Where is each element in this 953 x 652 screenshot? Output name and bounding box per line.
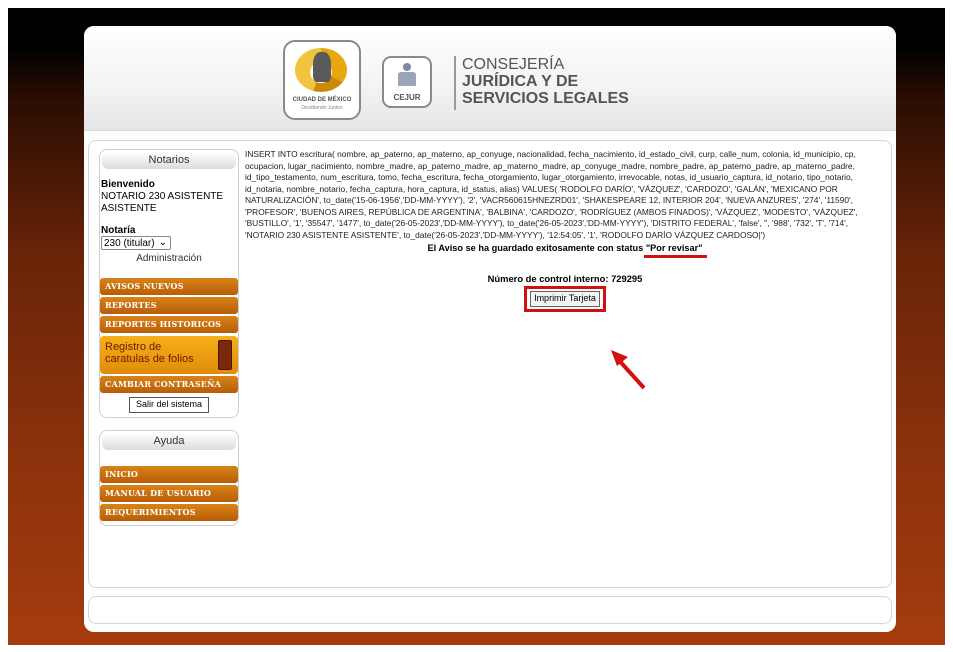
header-divider: [454, 56, 456, 110]
saved-message: El Aviso se ha guardado exitosamente con…: [245, 243, 885, 258]
cejur-logo: CEJUR: [382, 56, 432, 108]
cdmx-logo: CIUDAD DE MÉXICO Decidiendo Juntos: [283, 40, 361, 120]
cambiar-contrasena-button[interactable]: CAMBIAR CONTRASEÑA: [100, 376, 238, 393]
reportes-historicos-button[interactable]: REPORTES HISTORICOS: [100, 316, 238, 333]
saved-message-text: El Aviso se ha guardado exitosamente con…: [427, 243, 646, 253]
sidebar: Notarios Bienvenido NOTARIO 230 ASISTENT…: [99, 149, 239, 532]
reportes-button[interactable]: REPORTES: [100, 297, 238, 314]
registro-folios-button[interactable]: Registro de caratulas de folios: [100, 336, 238, 374]
sql-statement: INSERT INTO escritura( nombre, ap_patern…: [245, 149, 858, 240]
page-background: CIUDAD DE MÉXICO Decidiendo Juntos CEJUR…: [8, 8, 945, 645]
site-header: CIUDAD DE MÉXICO Decidiendo Juntos CEJUR…: [84, 26, 896, 131]
welcome-label: Bienvenido: [101, 179, 155, 190]
content-area: Notarios Bienvenido NOTARIO 230 ASISTENT…: [88, 140, 892, 588]
print-area: Imprimir Tarjeta: [245, 286, 885, 312]
control-number: Número de control interno: 729295: [487, 272, 643, 284]
main-content: INSERT INTO escritura( nombre, ap_patern…: [245, 149, 885, 312]
user-name: NOTARIO 230 ASISTENTE ASISTENTE: [101, 191, 224, 214]
imprimir-tarjeta-button[interactable]: Imprimir Tarjeta: [530, 291, 600, 307]
status-label: "Por revisar": [643, 243, 707, 258]
logout-button[interactable]: Salir del sistema: [129, 397, 209, 413]
requerimientos-button[interactable]: REQUERIMIENTOS: [100, 504, 238, 521]
book-icon: [218, 340, 232, 370]
admin-link[interactable]: Administración: [100, 253, 238, 264]
chevron-down-icon: ⌄: [158, 237, 167, 248]
brand-line-2: JURÍDICA Y DE: [462, 73, 579, 90]
brand-title: CONSEJERÍA JURÍDICA Y DE SERVICIOS LEGAL…: [462, 56, 629, 107]
cdmx-subcaption: Decidiendo Juntos: [301, 105, 343, 111]
notarios-title: Notarios: [102, 152, 236, 169]
inicio-button[interactable]: INICIO: [100, 466, 238, 483]
cdmx-caption: CIUDAD DE MÉXICO: [292, 97, 352, 103]
ayuda-title: Ayuda: [102, 433, 236, 450]
footer-bar: [88, 596, 892, 624]
site-frame: CIUDAD DE MÉXICO Decidiendo Juntos CEJUR…: [84, 26, 896, 632]
notaria-label: Notaría: [101, 225, 136, 236]
cejur-label: CEJUR: [393, 93, 421, 102]
manual-usuario-button[interactable]: MANUAL DE USUARIO: [100, 485, 238, 502]
notaria-select[interactable]: 230 (titular) ⌄: [101, 236, 171, 250]
eagle-icon: [313, 52, 331, 82]
brand-line-3: SERVICIOS LEGALES: [462, 90, 629, 107]
ayuda-panel: Ayuda INICIO MANUAL DE USUARIO REQUERIMI…: [99, 430, 239, 526]
person-at-desk-icon: [397, 63, 417, 87]
red-underline-annotation: [643, 255, 707, 258]
print-highlight-box: Imprimir Tarjeta: [524, 286, 606, 312]
avisos-nuevos-button[interactable]: AVISOS NUEVOS: [100, 278, 238, 295]
welcome-block: Bienvenido NOTARIO 230 ASISTENTE ASISTEN…: [100, 171, 238, 215]
status-value: "Por revisar": [645, 243, 703, 253]
notaria-selected-value: 230 (titular): [104, 238, 155, 249]
notarios-panel: Notarios Bienvenido NOTARIO 230 ASISTENT…: [99, 149, 239, 418]
brand-line-1: CONSEJERÍA: [462, 56, 565, 73]
